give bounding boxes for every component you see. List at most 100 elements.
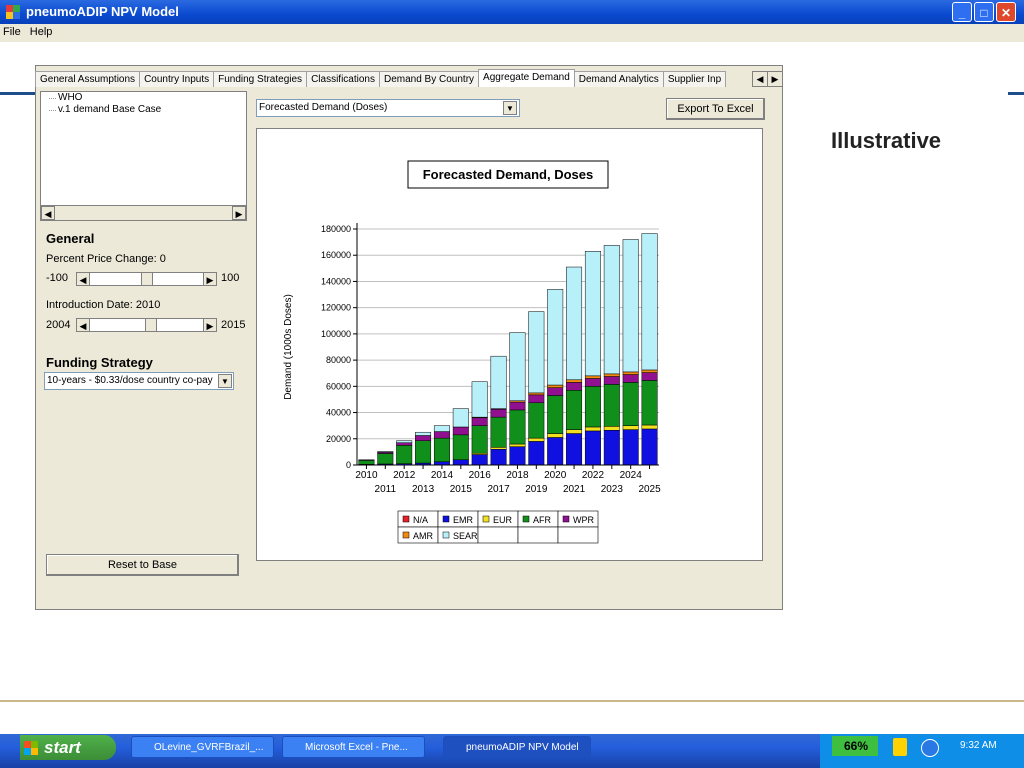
slider-left-icon[interactable]: ◀ bbox=[76, 272, 90, 286]
y-tick-label: 180000 bbox=[321, 224, 351, 234]
bar-segment-wpr bbox=[490, 409, 507, 418]
tab-classifications[interactable]: Classifications bbox=[306, 71, 380, 87]
task-excel[interactable]: Microsoft Excel - Pne... bbox=[282, 736, 425, 758]
bar-segment-amr bbox=[584, 375, 601, 379]
bar-segment-afr bbox=[490, 416, 507, 448]
bar-segment-eur bbox=[584, 426, 601, 432]
bar-segment-eur bbox=[603, 426, 620, 431]
x-tick-label: 2023 bbox=[601, 484, 624, 495]
y-tick-label: 0 bbox=[346, 460, 351, 470]
chart-title: Forecasted Demand, Doses bbox=[423, 167, 594, 182]
tab-scroll-left-icon[interactable]: ◀ bbox=[752, 71, 768, 87]
bar-segment-wpr bbox=[396, 442, 413, 446]
tab-funding-strategies[interactable]: Funding Strategies bbox=[213, 71, 308, 87]
bar-segment-emr bbox=[566, 433, 583, 466]
bar-segment-afr bbox=[433, 437, 450, 462]
battery-badge: 66% bbox=[832, 736, 878, 756]
bar-segment-wpr bbox=[528, 394, 545, 403]
price-slider-thumb[interactable] bbox=[140, 272, 153, 286]
slider-right-icon[interactable]: ▶ bbox=[203, 272, 217, 286]
bar-segment-sear bbox=[603, 245, 620, 375]
tray-icon[interactable] bbox=[893, 738, 907, 756]
x-tick-label: 2021 bbox=[563, 484, 586, 495]
tab-supplier-inputs[interactable]: Supplier Inp bbox=[662, 71, 727, 87]
tab-scroll-right-icon[interactable]: ▶ bbox=[767, 71, 783, 87]
chevron-down-icon[interactable]: ▼ bbox=[503, 101, 517, 115]
start-label: start bbox=[44, 738, 81, 757]
x-tick-label: 2014 bbox=[431, 470, 454, 481]
bar-segment-sear bbox=[396, 440, 413, 443]
funding-strategy-select[interactable]: 10-years - $0.33/dose country co-pay bbox=[44, 372, 234, 390]
bar-segment-emr bbox=[528, 441, 545, 466]
x-tick-label: 2010 bbox=[355, 470, 378, 481]
price-min-label: -100 bbox=[46, 272, 69, 284]
tab-demand-by-country[interactable]: Demand By Country bbox=[378, 71, 480, 87]
scenario-tree[interactable]: WHO v.1 demand Base Case bbox=[40, 91, 247, 221]
bar-segment-wpr bbox=[603, 376, 620, 385]
bar-segment-afr bbox=[509, 409, 526, 445]
y-tick-label: 120000 bbox=[321, 303, 351, 313]
clock: 9:32 AM bbox=[960, 740, 997, 751]
y-axis-label: Demand (1000s Doses) bbox=[283, 294, 294, 400]
tree-item-base-case[interactable]: v.1 demand Base Case bbox=[41, 104, 246, 116]
legend-label: SEAR bbox=[453, 531, 478, 541]
x-tick-label: 2017 bbox=[487, 484, 510, 495]
task-pneumoadip[interactable]: pneumoADIP NPV Model bbox=[443, 736, 591, 758]
bar-segment-emr bbox=[509, 446, 526, 466]
bar-segment-wpr bbox=[641, 372, 658, 381]
decorative-line bbox=[0, 92, 35, 95]
bar-segment-amr bbox=[603, 373, 620, 377]
bar-segment-sear bbox=[471, 381, 488, 418]
y-tick-label: 80000 bbox=[326, 355, 351, 365]
tab-aggregate-demand[interactable]: Aggregate Demand bbox=[478, 69, 575, 87]
bar-segment-emr bbox=[471, 454, 488, 466]
chevron-down-icon[interactable]: ▼ bbox=[218, 374, 232, 388]
close-button[interactable]: ✕ bbox=[996, 2, 1016, 22]
x-tick-label: 2013 bbox=[412, 484, 435, 495]
bar-segment-emr bbox=[547, 437, 564, 466]
bar-segment-sear bbox=[377, 451, 394, 453]
bar-segment-wpr bbox=[452, 426, 469, 436]
price-max-label: 100 bbox=[221, 272, 240, 284]
tab-demand-analytics[interactable]: Demand Analytics bbox=[573, 71, 664, 87]
menu-file[interactable]: File bbox=[0, 24, 24, 40]
slider-right-icon[interactable]: ▶ bbox=[203, 318, 217, 332]
tree-scrollbar[interactable] bbox=[40, 205, 247, 221]
bar-segment-wpr bbox=[415, 435, 432, 441]
tree-item-who[interactable]: WHO bbox=[41, 92, 246, 104]
task-powerpoint[interactable]: OLevine_GVRFBrazil_... bbox=[131, 736, 274, 758]
bar-segment-eur bbox=[509, 443, 526, 447]
intro-max-label: 2015 bbox=[221, 319, 246, 331]
menu-help[interactable]: Help bbox=[27, 24, 56, 40]
window-title: pneumoADIP NPV Model bbox=[26, 4, 179, 19]
bar-segment-afr bbox=[603, 384, 620, 427]
bar-segment-sear bbox=[433, 425, 450, 432]
decorative-line bbox=[1008, 92, 1024, 95]
tab-general-assumptions[interactable]: General Assumptions bbox=[35, 71, 141, 87]
tab-country-inputs[interactable]: Country Inputs bbox=[139, 71, 215, 87]
menu-bar: File Help bbox=[0, 24, 1024, 42]
scroll-right-icon[interactable]: ▶ bbox=[232, 206, 246, 220]
export-to-excel-button[interactable]: Export To Excel bbox=[666, 98, 765, 120]
intro-date-value: 2010 bbox=[135, 299, 161, 311]
view-select[interactable]: Forecasted Demand (Doses) bbox=[256, 99, 520, 117]
tray-arrow-icon[interactable] bbox=[921, 739, 939, 757]
bar-segment-sear bbox=[509, 332, 526, 402]
price-change-value: 0 bbox=[159, 253, 166, 265]
x-tick-label: 2012 bbox=[393, 470, 416, 481]
bar-segment-wpr bbox=[509, 401, 526, 411]
minimize-button[interactable]: _ bbox=[952, 2, 972, 22]
reset-to-base-button[interactable]: Reset to Base bbox=[46, 554, 239, 576]
scroll-left-icon[interactable]: ◀ bbox=[41, 206, 55, 220]
maximize-button[interactable]: □ bbox=[974, 2, 994, 22]
intro-slider-thumb[interactable] bbox=[145, 318, 158, 332]
app-icon bbox=[6, 5, 20, 19]
bar-segment-amr bbox=[547, 384, 564, 388]
bar-segment-sear bbox=[566, 266, 583, 381]
bar-segment-wpr bbox=[547, 387, 564, 396]
bar-segment-afr bbox=[415, 440, 432, 464]
slider-left-icon[interactable]: ◀ bbox=[76, 318, 90, 332]
general-heading: General bbox=[46, 231, 95, 246]
bar-segment-eur bbox=[622, 425, 639, 430]
y-tick-label: 20000 bbox=[326, 434, 351, 444]
